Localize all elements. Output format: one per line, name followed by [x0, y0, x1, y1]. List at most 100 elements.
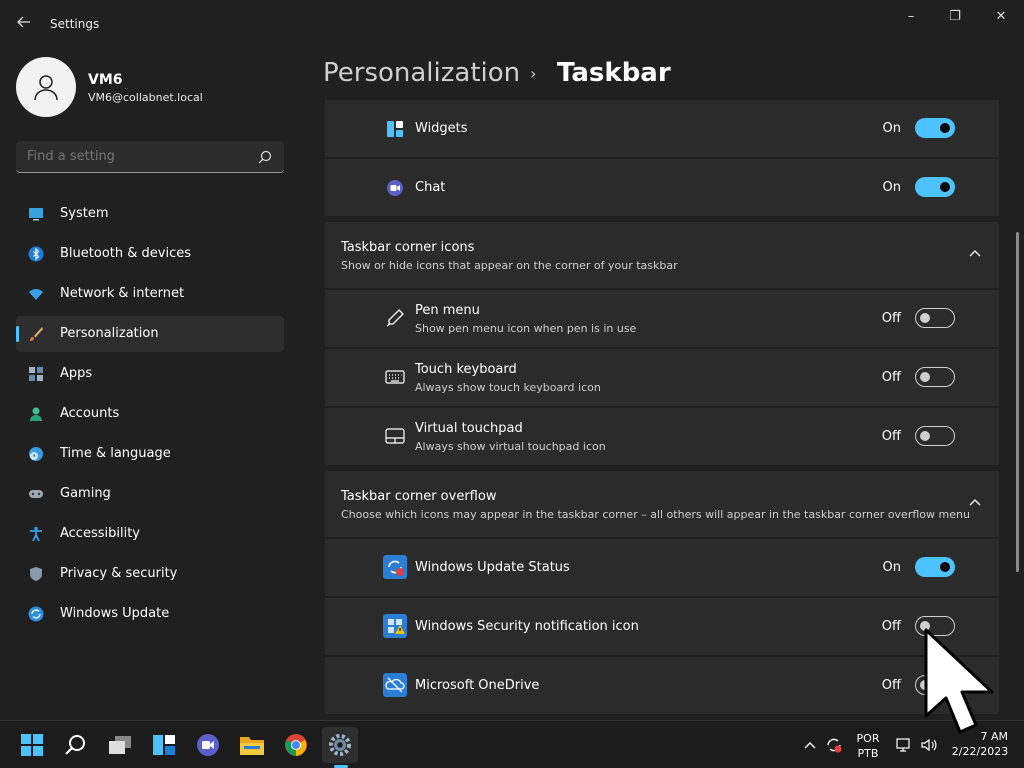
sidebar-item-system[interactable]: System [16, 196, 284, 232]
chrome-icon [285, 734, 307, 756]
language-code: POR [856, 732, 880, 745]
chevron-up-icon[interactable] [969, 249, 981, 257]
network-icon [896, 738, 910, 752]
gamepad-icon [29, 490, 43, 498]
back-button[interactable] [14, 14, 34, 34]
sidebar-item-accounts[interactable]: Accounts [16, 396, 284, 432]
sidebar-item-gaming[interactable]: Gaming [16, 476, 284, 512]
sidebar-item-label: Privacy & security [60, 566, 178, 581]
update-tray-button[interactable] [822, 727, 846, 763]
setting-row-windows-update-status: Windows Update Status On [325, 539, 999, 596]
selection-indicator [16, 326, 19, 342]
section-title: Taskbar corner overflow [341, 489, 497, 504]
sidebar-item-personalization[interactable]: Personalization [16, 316, 284, 352]
profile-name: VM6 [88, 72, 123, 88]
section-title: Taskbar corner icons [341, 240, 475, 255]
setting-label: Virtual touchpad [415, 421, 523, 436]
setting-row-chat: Chat On [325, 159, 999, 216]
apps-icon [29, 367, 43, 381]
toggle-state-text: Off [881, 619, 901, 634]
sidebar-item-windows-update[interactable]: Windows Update [16, 596, 284, 632]
network-tray-button[interactable] [894, 727, 916, 763]
setting-label: Windows Update Status [415, 560, 570, 575]
sidebar-item-privacy[interactable]: Privacy & security [16, 556, 284, 592]
settings-app-button[interactable] [322, 727, 358, 763]
file-explorer-icon [240, 737, 264, 755]
accessibility-icon [30, 526, 42, 542]
keyboard-icon [385, 370, 405, 384]
search-input[interactable] [27, 149, 247, 164]
toggle-state-text: On [882, 180, 901, 195]
section-header-corner-icons[interactable]: Taskbar corner icons Show or hide icons … [325, 222, 999, 288]
person-icon [30, 407, 42, 421]
sidebar-item-label: Time & language [60, 446, 171, 461]
sidebar-item-accessibility[interactable]: Accessibility [16, 516, 284, 552]
input-language-indicator[interactable]: POR PTB [852, 731, 884, 761]
virtual-touchpad-toggle[interactable] [915, 426, 955, 446]
pen-menu-toggle[interactable] [915, 308, 955, 328]
windows-update-status-toggle[interactable] [915, 557, 955, 577]
setting-label: Microsoft OneDrive [415, 678, 540, 693]
chat-toggle[interactable] [915, 177, 955, 197]
volume-icon [921, 738, 937, 752]
windows-update-status-icon [383, 555, 407, 579]
section-subtitle: Show or hide icons that appear on the co… [341, 259, 678, 272]
sidebar-item-label: Personalization [60, 326, 159, 341]
widgets-icon [387, 121, 403, 137]
setting-row-touch-keyboard: Touch keyboard Always show touch keyboar… [325, 349, 999, 406]
setting-label: Widgets [415, 121, 468, 136]
minimize-button[interactable]: – [903, 10, 919, 24]
toggle-state-text: Off [881, 370, 901, 385]
setting-description: Show pen menu icon when pen is in use [415, 322, 637, 335]
sidebar-item-label: System [60, 206, 109, 221]
task-view-button[interactable] [102, 727, 138, 763]
scrollbar[interactable] [1016, 232, 1019, 572]
breadcrumb-separator: › [530, 64, 537, 83]
chat-icon [387, 180, 403, 196]
wifi-icon [29, 289, 43, 300]
setting-label: Windows Security notification icon [415, 619, 639, 634]
profile-email: VM6@collabnet.local [88, 91, 203, 104]
monitor-icon [29, 208, 43, 221]
sidebar-item-label: Accounts [60, 406, 120, 421]
file-explorer-button[interactable] [234, 727, 270, 763]
search-box[interactable] [16, 141, 284, 173]
setting-label: Pen menu [415, 303, 480, 318]
start-button[interactable] [14, 727, 50, 763]
chevron-up-icon[interactable] [969, 498, 981, 506]
taskbar-search-button[interactable] [58, 727, 94, 763]
touch-keyboard-toggle[interactable] [915, 367, 955, 387]
show-hidden-icons-button[interactable] [798, 727, 822, 763]
chrome-button[interactable] [278, 727, 314, 763]
sidebar-item-label: Windows Update [60, 606, 170, 621]
chevron-up-icon [804, 742, 816, 749]
avatar[interactable] [16, 57, 76, 117]
widgets-toggle[interactable] [915, 118, 955, 138]
close-button[interactable]: ✕ [993, 10, 1009, 24]
setting-description: Always show touch keyboard icon [415, 381, 601, 394]
toggle-state-text: Off [881, 311, 901, 326]
section-header-corner-overflow[interactable]: Taskbar corner overflow Choose which ico… [325, 471, 999, 537]
widgets-icon [153, 735, 175, 755]
mouse-cursor-icon [924, 628, 994, 734]
teams-chat-button[interactable] [190, 727, 226, 763]
sidebar-item-label: Gaming [60, 486, 111, 501]
sidebar-item-time-language[interactable]: Time & language [16, 436, 284, 472]
search-icon [65, 735, 85, 755]
clock-date: 2/22/2023 [951, 745, 1009, 758]
page-title: Taskbar [557, 58, 671, 88]
maximize-button[interactable]: ❐ [947, 10, 963, 24]
sidebar-item-label: Accessibility [60, 526, 140, 541]
system-taskbar: POR PTB 7 AM 2/22/2023 [0, 720, 1024, 768]
setting-row-windows-security: Windows Security notification icon Off [325, 598, 999, 655]
toggle-state-text: Off [881, 429, 901, 444]
pen-icon [386, 309, 404, 327]
sidebar-item-apps[interactable]: Apps [16, 356, 284, 392]
sidebar-item-network[interactable]: Network & internet [16, 276, 284, 312]
sidebar-item-bluetooth[interactable]: Bluetooth & devices [16, 236, 284, 272]
setting-row-pen-menu: Pen menu Show pen menu icon when pen is … [325, 290, 999, 347]
touchpad-icon [385, 428, 405, 444]
breadcrumb-personalization[interactable]: Personalization [323, 58, 520, 88]
widgets-button[interactable] [146, 727, 182, 763]
search-icon[interactable] [258, 150, 272, 164]
